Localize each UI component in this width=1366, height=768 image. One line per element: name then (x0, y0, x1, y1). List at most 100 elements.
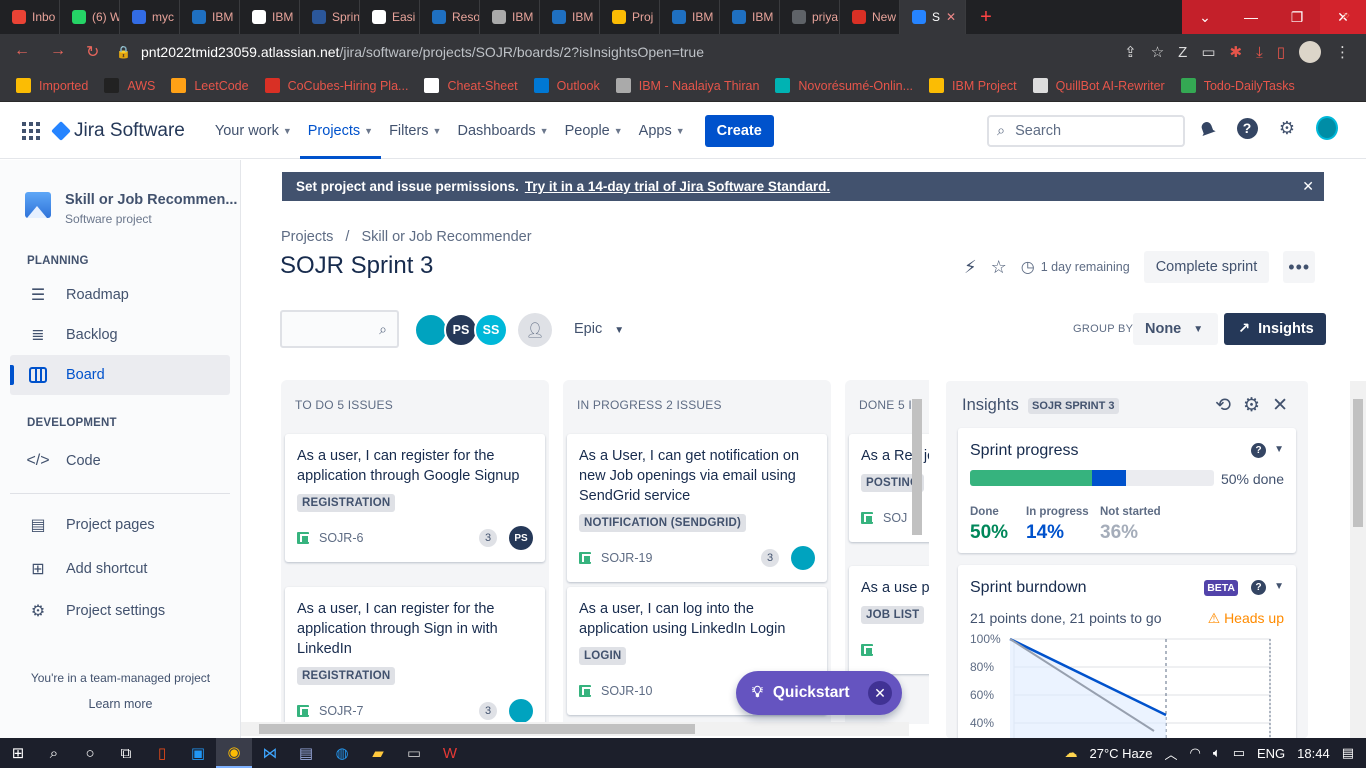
bookmark-item[interactable]: Outlook (533, 78, 600, 93)
close-icon[interactable]: ✕ (1272, 394, 1288, 417)
breadcrumb-projects[interactable]: Projects (281, 229, 333, 245)
board-horizontal-scrollbar[interactable] (241, 722, 909, 736)
weather-text[interactable]: 27°C Haze (1090, 746, 1153, 761)
profile-avatar[interactable] (1299, 41, 1321, 63)
sidebar-item-project-settings[interactable]: ⚙ Project settings (10, 591, 230, 631)
cortana-icon[interactable]: ○ (72, 738, 108, 768)
settings-gear-icon[interactable]: ⚙ (1243, 394, 1260, 417)
browser-tab[interactable]: myc (120, 0, 180, 34)
quickstart-button[interactable]: 💡︎ Quickstart ✕ (736, 671, 902, 715)
settings-gear-icon[interactable]: ⚙ (1276, 117, 1298, 139)
browser-tab[interactable]: Easi (360, 0, 420, 34)
close-icon[interactable]: ✕ (868, 681, 892, 705)
sidebar-item-backlog[interactable]: ≣ Backlog (10, 315, 230, 355)
automation-bolt-icon[interactable]: ⚡︎ (964, 257, 977, 278)
bookmark-item[interactable]: Todo-DailyTasks (1180, 78, 1295, 93)
board-vertical-scrollbar[interactable] (910, 381, 924, 717)
chrome-icon[interactable]: ◉ (216, 738, 252, 768)
browser-menu-icon[interactable]: ⋮ (1335, 43, 1350, 61)
language-indicator[interactable]: ENG (1257, 746, 1285, 761)
clock[interactable]: 18:44 (1297, 746, 1330, 761)
browser-tab[interactable]: Reso (420, 0, 480, 34)
windows-start-icon[interactable]: ⊞ (0, 738, 36, 768)
notifications-icon[interactable]: ▤ (1342, 745, 1354, 761)
task-view-icon[interactable]: ⧉ (108, 738, 144, 768)
bookmark-star-icon[interactable]: ☆ (1151, 43, 1164, 61)
browser-tab[interactable]: IBM (180, 0, 240, 34)
banner-trial-link[interactable]: Try it in a 14-day trial of Jira Softwar… (525, 179, 830, 194)
volume-icon[interactable]: 🔈︎ (1213, 745, 1221, 761)
vscode-icon[interactable]: ⋈ (252, 738, 288, 768)
user-avatar[interactable] (1316, 116, 1338, 140)
add-people-button[interactable]: 👤︎ (518, 313, 552, 347)
sidebar-item-roadmap[interactable]: ☰ Roadmap (10, 275, 230, 315)
bookmark-item[interactable]: IBM Project (929, 78, 1017, 93)
heads-up-warning[interactable]: ⚠ Heads up (1208, 610, 1284, 627)
bookmark-item[interactable]: QuillBot AI-Rewriter (1032, 78, 1165, 93)
network-icon[interactable]: ◠ (1190, 745, 1201, 761)
url-bar[interactable]: 🔒 pnt2022tmid23059.atlassian.net /jira/s… (110, 38, 1124, 66)
scroll-thumb[interactable] (912, 399, 922, 535)
office-icon[interactable]: ▯ (144, 738, 180, 768)
insights-button[interactable]: ↗ Insights (1224, 313, 1326, 345)
nav-projects[interactable]: Projects ▼ (299, 103, 382, 159)
scroll-thumb[interactable] (1353, 399, 1363, 527)
browser-tab[interactable]: (6) W (60, 0, 120, 34)
group-by-dropdown[interactable]: None ▼ (1133, 313, 1218, 345)
nav-dashboards[interactable]: Dashboards ▼ (449, 103, 556, 159)
battery-icon[interactable]: ▭ (1233, 745, 1245, 761)
assignee-avatar[interactable] (509, 699, 533, 723)
chevron-down-icon[interactable]: ▼ (1274, 444, 1284, 455)
search-icon[interactable]: ⌕ (36, 738, 72, 768)
browser-tab[interactable]: S ✕ (900, 0, 966, 34)
docker-icon[interactable]: ◍ (324, 738, 360, 768)
maximize-button[interactable]: ❐ (1274, 0, 1320, 34)
back-icon[interactable]: ← (14, 42, 30, 62)
more-actions-button[interactable]: ••• (1283, 251, 1316, 283)
nav-apps[interactable]: Apps ▼ (631, 103, 693, 159)
extension-icon[interactable]: ▭ (1201, 43, 1215, 61)
bookmark-item[interactable]: AWS (104, 78, 155, 93)
close-icon[interactable]: ✕ (1302, 178, 1314, 195)
browser-tab[interactable]: IBM (660, 0, 720, 34)
board-search-input[interactable]: ⌕ (280, 310, 399, 348)
bookmark-item[interactable]: IBM - Naalaiya Thiran (615, 78, 759, 93)
bookmarks-overflow-icon[interactable]: » (1342, 6, 1350, 22)
sidebar-item-code[interactable]: </> Code (10, 441, 230, 481)
extension-z-icon[interactable]: Z (1178, 44, 1187, 61)
wps-icon[interactable]: W (432, 738, 468, 768)
browser-tab[interactable]: New (840, 0, 900, 34)
close-icon[interactable]: ✕ (946, 10, 956, 24)
browser-tab[interactable]: Proj (600, 0, 660, 34)
forward-icon[interactable]: → (50, 42, 66, 62)
issue-card[interactable]: As a user, I can register for the applic… (285, 434, 545, 562)
create-button[interactable]: Create (704, 114, 774, 147)
nav-people[interactable]: People ▼ (557, 103, 631, 159)
search-input[interactable]: ⌕ Search (987, 115, 1185, 147)
store-icon[interactable]: ▣ (180, 738, 216, 768)
browser-tab[interactable]: IBM (480, 0, 540, 34)
issue-card[interactable]: As a user, I can register for the applic… (285, 587, 545, 724)
insights-scrollbar[interactable] (1350, 381, 1366, 738)
nav-filters[interactable]: Filters ▼ (381, 103, 449, 159)
browser-tab[interactable]: Inbo (0, 0, 60, 34)
refresh-icon[interactable]: ⟲ (1215, 394, 1231, 417)
chevron-down-icon[interactable]: ▼ (1274, 581, 1284, 592)
assignee-avatar[interactable]: PS (509, 526, 533, 550)
minimize-button[interactable]: — (1228, 0, 1274, 34)
assignee-avatar[interactable]: PS (444, 313, 478, 347)
scroll-thumb[interactable] (259, 724, 695, 734)
learn-more-link[interactable]: Learn more (0, 697, 241, 711)
sidebar-item-board[interactable]: Board (10, 355, 230, 395)
complete-sprint-button[interactable]: Complete sprint (1143, 251, 1270, 283)
epic-filter-dropdown[interactable]: Epic ▼ (574, 321, 624, 337)
issue-card[interactable]: As a User, I can get notification on new… (567, 434, 827, 582)
file-explorer-icon[interactable]: ▰ (360, 738, 396, 768)
download-icon[interactable]: ⤓ (1256, 44, 1263, 61)
browser-tab[interactable]: IBM (240, 0, 300, 34)
jira-logo[interactable]: Jira Software (51, 120, 185, 142)
browser-tab[interactable]: IBM (720, 0, 780, 34)
help-icon[interactable]: ? (1236, 117, 1258, 139)
sidebar-item-add-shortcut[interactable]: ⊞ Add shortcut (10, 549, 230, 589)
puzzle-icon[interactable]: ✱ (1230, 43, 1243, 61)
